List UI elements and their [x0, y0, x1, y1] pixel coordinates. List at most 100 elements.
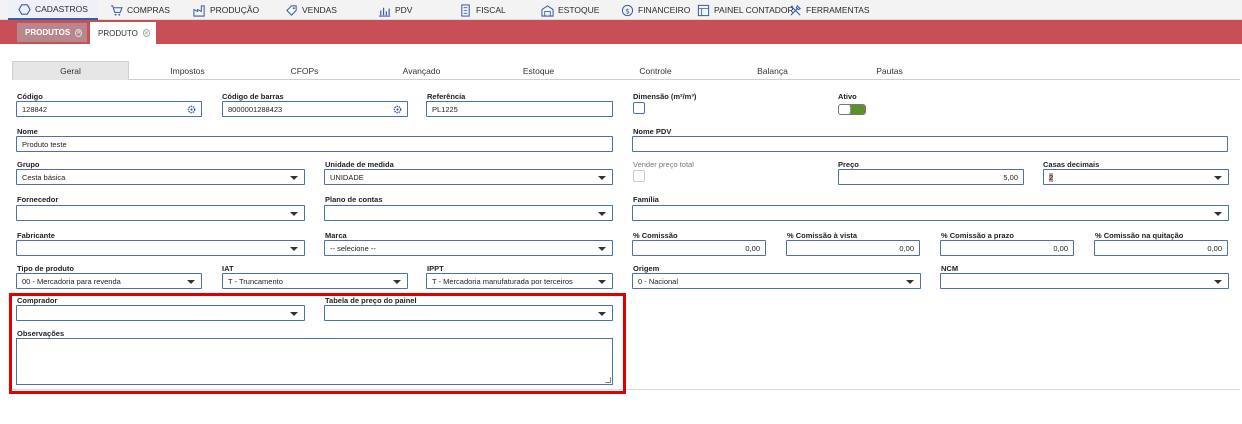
- menu-label: PRODUÇÃO: [210, 5, 260, 15]
- unidade-select[interactable]: UNIDADE: [324, 169, 613, 185]
- preco-field[interactable]: 5,00: [838, 169, 1024, 185]
- vender-preco-total-checkbox[interactable]: [633, 170, 645, 182]
- origem-label: Origem: [633, 264, 660, 273]
- ativo-toggle[interactable]: [838, 104, 866, 115]
- tab-avancado[interactable]: Avançado: [363, 61, 480, 80]
- nome-pdv-field[interactable]: [632, 136, 1228, 152]
- warehouse-icon: [541, 4, 554, 17]
- casas-decimais-select[interactable]: 2: [1043, 169, 1229, 185]
- referencia-label: Referência: [427, 92, 466, 101]
- nome-field[interactable]: Produto teste: [16, 136, 613, 152]
- marca-value: -- selecione --: [330, 243, 376, 253]
- svg-text:$: $: [625, 6, 630, 15]
- menu-cadastros[interactable]: CADASTROS: [8, 0, 98, 20]
- menu-pdv[interactable]: PDV: [378, 0, 412, 20]
- vender-preco-total-label: Vender preço total: [633, 160, 694, 169]
- codigo-label: Código: [17, 92, 43, 101]
- close-icon[interactable]: ✕: [75, 28, 83, 37]
- preco-label: Preço: [838, 160, 859, 169]
- tab-impostos[interactable]: Impostos: [129, 61, 246, 80]
- gear-icon[interactable]: [187, 105, 196, 114]
- tab-label: PRODUTOS: [25, 28, 71, 37]
- observacoes-textarea[interactable]: [16, 338, 613, 385]
- comissao-vista-label: % Comissão à vista: [787, 231, 858, 240]
- cart-icon: [110, 4, 123, 17]
- tabela-preco-select[interactable]: [324, 305, 613, 321]
- menu-label: CADASTROS: [35, 4, 88, 14]
- unidade-value: UNIDADE: [330, 172, 364, 182]
- tipo-produto-select[interactable]: 00 - Mercadoria para revenda: [16, 273, 202, 289]
- nome-pdv-label: Nome PDV: [633, 127, 672, 136]
- tab-balanca[interactable]: Balança: [714, 61, 831, 80]
- fabricante-label: Fabricante: [17, 231, 55, 240]
- fornecedor-label: Fornecedor: [17, 195, 59, 204]
- nome-value: Produto teste: [22, 139, 67, 149]
- tab-geral[interactable]: Geral: [12, 61, 129, 80]
- familia-select[interactable]: [632, 205, 1229, 221]
- comissao-field[interactable]: 0,00: [632, 240, 766, 256]
- page-tab-bar: PRODUTOS ✕ PRODUTO ✕: [0, 20, 1242, 44]
- iat-select[interactable]: T - Truncamento: [222, 273, 408, 289]
- casas-decimais-label: Casas decimais: [1043, 160, 1100, 169]
- close-icon[interactable]: ✕: [142, 29, 150, 37]
- observacoes-label: Observações: [17, 329, 65, 338]
- codigo-barras-label: Código de barras: [222, 92, 284, 101]
- fabricante-select[interactable]: [16, 240, 305, 256]
- tab-produto[interactable]: PRODUTO ✕: [90, 22, 156, 44]
- tab-produtos[interactable]: PRODUTOS ✕: [17, 23, 87, 42]
- tab-cfops[interactable]: CFOPs: [246, 61, 363, 80]
- grupo-label: Grupo: [17, 160, 40, 169]
- ippt-select[interactable]: T - Mercadoria manufaturada por terceiro…: [426, 273, 613, 289]
- menu-label: PAINEL CONTADOR: [714, 5, 794, 15]
- dollar-icon: $: [621, 4, 634, 17]
- calculator-icon: [697, 4, 710, 17]
- resize-handle[interactable]: [605, 377, 611, 383]
- origem-value: 0 - Nacional: [638, 276, 679, 286]
- tab-controle[interactable]: Controle: [597, 61, 714, 80]
- top-menu: CADASTROS COMPRAS PRODUÇÃO VENDAS PDV FI…: [0, 0, 1242, 20]
- comissao-prazo-label: % Comissão a prazo: [941, 231, 1014, 240]
- menu-compras[interactable]: COMPRAS: [110, 0, 170, 20]
- dimensao-label: Dimensão (m²/m³): [633, 92, 697, 101]
- menu-label: FISCAL: [476, 5, 506, 15]
- menu-financeiro[interactable]: $ FINANCEIRO: [621, 0, 690, 20]
- comissao-quitacao-value: 0,00: [1207, 243, 1222, 253]
- iat-label: IAT: [222, 264, 234, 273]
- grupo-value: Cesta básica: [22, 172, 66, 182]
- familia-label: Família: [633, 195, 659, 204]
- codigo-value: 128842: [22, 104, 48, 114]
- tab-estoque[interactable]: Estoque: [480, 61, 597, 80]
- menu-fiscal[interactable]: FISCAL: [459, 0, 506, 20]
- ncm-label: NCM: [941, 264, 959, 273]
- menu-ferramentas[interactable]: FERRAMENTAS: [789, 0, 870, 20]
- menu-producao[interactable]: PRODUÇÃO: [193, 0, 259, 20]
- menu-label: FERRAMENTAS: [806, 5, 870, 15]
- dimensao-checkbox[interactable]: [633, 102, 645, 114]
- menu-vendas[interactable]: VENDAS: [285, 0, 337, 20]
- gear-icon[interactable]: [393, 105, 402, 114]
- grupo-select[interactable]: Cesta básica: [16, 169, 305, 185]
- menu-painel-contador[interactable]: PAINEL CONTADOR: [697, 0, 794, 20]
- comissao-value: 0,00: [745, 243, 760, 253]
- origem-select[interactable]: 0 - Nacional: [632, 273, 921, 289]
- plano-contas-select[interactable]: [324, 205, 613, 221]
- referencia-value: PL1225: [432, 104, 458, 114]
- ncm-select[interactable]: [940, 273, 1229, 289]
- unidade-label: Unidade de medida: [325, 160, 394, 169]
- comissao-label: % Comissão: [633, 231, 678, 240]
- tab-pautas[interactable]: Pautas: [831, 61, 948, 80]
- comissao-quitacao-field[interactable]: 0,00: [1094, 240, 1228, 256]
- referencia-field[interactable]: PL1225: [426, 101, 613, 117]
- comprador-select[interactable]: [16, 305, 305, 321]
- ippt-label: IPPT: [427, 264, 444, 273]
- fornecedor-select[interactable]: [16, 205, 305, 221]
- codigo-field[interactable]: 128842: [16, 101, 202, 117]
- comissao-prazo-field[interactable]: 0,00: [940, 240, 1074, 256]
- hexagon-icon: [18, 3, 31, 16]
- marca-select[interactable]: -- selecione --: [324, 240, 613, 256]
- menu-label: ESTOQUE: [558, 5, 600, 15]
- pdv-chart-icon: [378, 4, 391, 17]
- comissao-vista-field[interactable]: 0,00: [786, 240, 920, 256]
- codigo-barras-field[interactable]: 8000001288423: [222, 101, 408, 117]
- menu-estoque[interactable]: ESTOQUE: [541, 0, 599, 20]
